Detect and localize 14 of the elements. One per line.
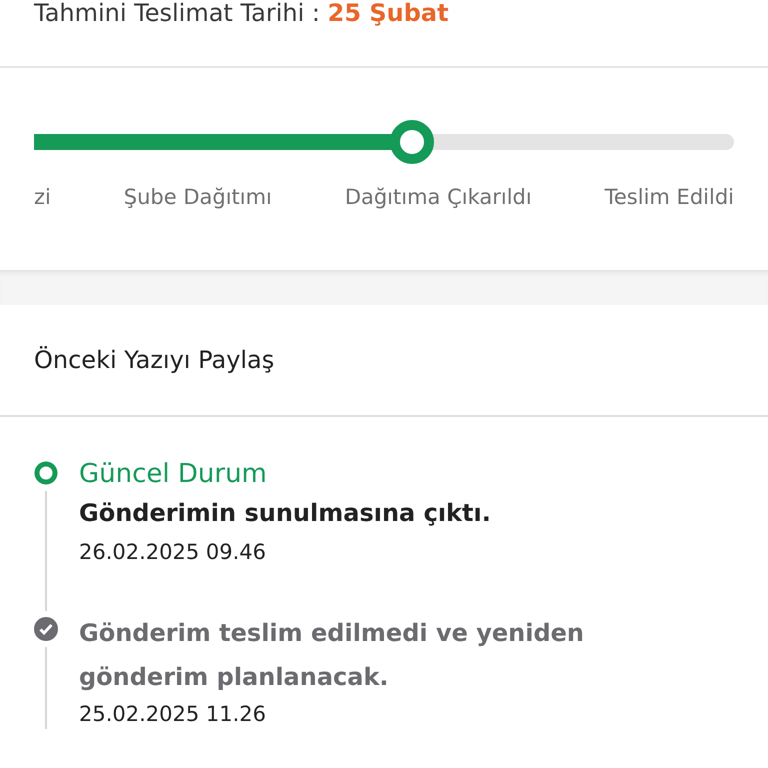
estimated-delivery-text: Tahmini Teslimat Tarihi : 25 Şubat [34, 0, 449, 29]
event-message: Gönderim teslim edilmedi ve yeniden gönderim planlanacak. [79, 618, 586, 693]
share-row[interactable]: Önceki Yazıyı Paylaş [0, 305, 768, 417]
step-label: Teslim Edildi [604, 185, 734, 209]
step-label: Şube Dağıtımı [124, 185, 272, 209]
status-title: Güncel Durum [79, 458, 268, 491]
share-label: Önceki Yazıyı Paylaş [34, 346, 274, 374]
event-time: 26.02.2025 09.46 [79, 539, 268, 566]
step-label: Dağıtıma Çıkarıldı [344, 185, 532, 209]
ring-icon [34, 461, 58, 485]
step-label: zi [34, 185, 51, 209]
event-message: Gönderimin sunulmasına çıktı. [79, 498, 492, 529]
check-icon [34, 617, 58, 641]
event-time: 25.02.2025 11.26 [79, 701, 268, 728]
